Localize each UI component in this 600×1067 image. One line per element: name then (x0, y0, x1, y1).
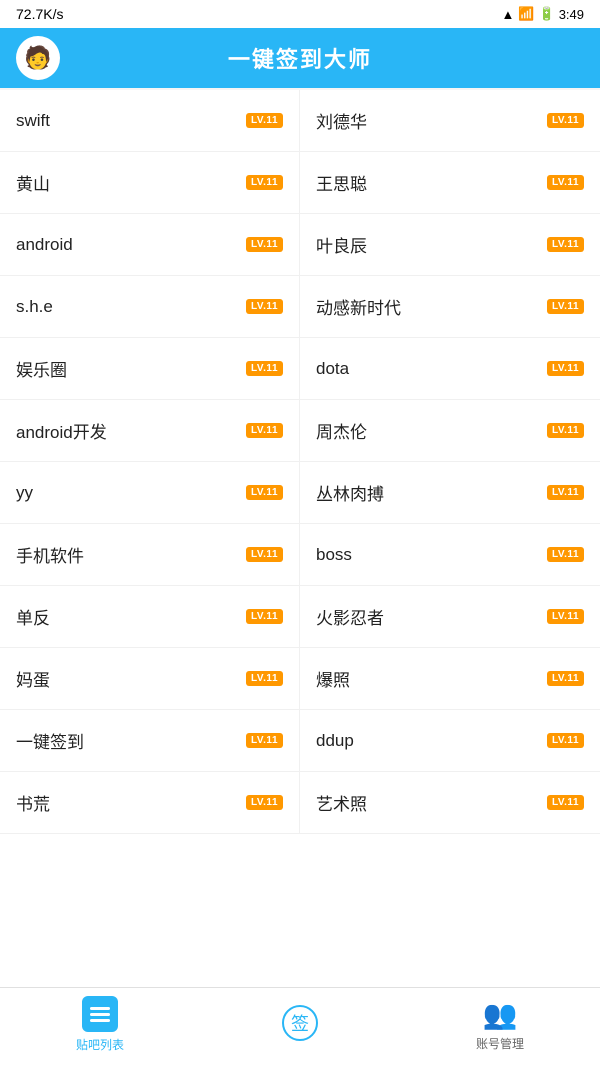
status-icons: ▲ 📶 🔋 3:49 (501, 6, 584, 22)
lv-badge: LV.11 (246, 795, 283, 810)
lv-badge: LV.11 (246, 175, 283, 190)
list-item[interactable]: 单反 LV.11 (0, 586, 300, 648)
list-item-name: 妈蛋 (16, 666, 50, 691)
lv-badge: LV.11 (246, 299, 283, 314)
lv-badge: LV.11 (547, 733, 584, 748)
list-item-name: 书荒 (16, 790, 50, 815)
list-item-name: dota (316, 359, 349, 379)
list-item-name: 王思聪 (316, 170, 367, 195)
lv-badge: LV.11 (246, 423, 283, 438)
list-item[interactable]: android LV.11 (0, 214, 300, 276)
list-item-name: 娱乐圈 (16, 356, 67, 381)
list-item[interactable]: 火影忍者 LV.11 (300, 586, 600, 648)
list-item[interactable]: 叶良辰 LV.11 (300, 214, 600, 276)
list-item[interactable]: 艺术照 LV.11 (300, 772, 600, 834)
lv-badge: LV.11 (547, 671, 584, 686)
list-item[interactable]: 妈蛋 LV.11 (0, 648, 300, 710)
list-item[interactable]: 爆照 LV.11 (300, 648, 600, 710)
list-item-name: yy (16, 483, 33, 503)
list-item[interactable]: ddup LV.11 (300, 710, 600, 772)
lv-badge: LV.11 (547, 299, 584, 314)
list-line-3 (90, 1019, 110, 1022)
list-item[interactable]: 一键签到 LV.11 (0, 710, 300, 772)
list-item-name: 爆照 (316, 666, 350, 691)
list-line-1 (90, 1007, 110, 1010)
avatar: 🧑 (16, 36, 60, 80)
lv-badge: LV.11 (246, 733, 283, 748)
lv-badge: LV.11 (246, 485, 283, 500)
list-grid: swift LV.11 刘德华 LV.11 黄山 LV.11 王思聪 LV.11… (0, 90, 600, 834)
list-item-name: android (16, 235, 73, 255)
app-header: 🧑 一键签到大师 (0, 28, 600, 88)
list-item-name: s.h.e (16, 297, 53, 317)
list-item-name: 火影忍者 (316, 604, 384, 629)
list-item-name: 丛林肉搏 (316, 480, 384, 505)
lv-badge: LV.11 (547, 423, 584, 438)
sign-label: 签 (291, 1010, 309, 1036)
lv-badge: LV.11 (547, 237, 584, 252)
list-item[interactable]: dota LV.11 (300, 338, 600, 400)
list-item[interactable]: yy LV.11 (0, 462, 300, 524)
list-item-name: 手机软件 (16, 542, 84, 567)
signal-icon: 📶 (518, 6, 534, 22)
nav-label-account: 账号管理 (476, 1035, 524, 1052)
list-item-name: 周杰伦 (316, 418, 367, 443)
list-item-name: 黄山 (16, 170, 50, 195)
list-item-name: 叶良辰 (316, 232, 367, 257)
list-item[interactable]: 王思聪 LV.11 (300, 152, 600, 214)
nav-item-list[interactable]: 贴吧列表 (0, 996, 200, 1053)
list-icon (82, 996, 118, 1032)
list-icon-inner (90, 1007, 110, 1022)
list-item-name: swift (16, 111, 50, 131)
page-title: 一键签到大师 (16, 42, 584, 74)
list-item[interactable]: 黄山 LV.11 (0, 152, 300, 214)
list-item[interactable]: 动感新时代 LV.11 (300, 276, 600, 338)
lv-badge: LV.11 (246, 547, 283, 562)
lv-badge: LV.11 (547, 547, 584, 562)
nav-item-sign[interactable]: 签 (200, 1005, 400, 1045)
wifi-icon: ▲ (501, 7, 514, 22)
lv-badge: LV.11 (246, 671, 283, 686)
lv-badge: LV.11 (547, 795, 584, 810)
list-item-name: 艺术照 (316, 790, 367, 815)
list-item[interactable]: boss LV.11 (300, 524, 600, 586)
avatar-emoji: 🧑 (24, 45, 51, 71)
lv-badge: LV.11 (547, 609, 584, 624)
lv-badge: LV.11 (246, 113, 283, 128)
lv-badge: LV.11 (246, 237, 283, 252)
account-icon: 👥 (483, 998, 518, 1031)
lv-badge: LV.11 (246, 361, 283, 376)
battery-icon: 🔋 (539, 6, 555, 22)
list-item-name: ddup (316, 731, 354, 751)
list-item[interactable]: 周杰伦 LV.11 (300, 400, 600, 462)
status-time: 3:49 (559, 7, 584, 22)
list-item[interactable]: 丛林肉搏 LV.11 (300, 462, 600, 524)
bottom-nav: 贴吧列表 签 👥 账号管理 (0, 987, 600, 1067)
list-item-name: android开发 (16, 418, 107, 443)
lv-badge: LV.11 (246, 609, 283, 624)
status-bar: 72.7K/s ▲ 📶 🔋 3:49 (0, 0, 600, 28)
list-container: swift LV.11 刘德华 LV.11 黄山 LV.11 王思聪 LV.11… (0, 90, 600, 987)
list-item-name: 动感新时代 (316, 294, 401, 319)
lv-badge: LV.11 (547, 485, 584, 500)
nav-item-account[interactable]: 👥 账号管理 (400, 998, 600, 1052)
status-speed: 72.7K/s (16, 6, 63, 22)
lv-badge: LV.11 (547, 361, 584, 376)
list-item-name: 一键签到 (16, 728, 84, 753)
list-item[interactable]: swift LV.11 (0, 90, 300, 152)
list-item-name: boss (316, 545, 352, 565)
list-item[interactable]: 手机软件 LV.11 (0, 524, 300, 586)
list-line-2 (90, 1013, 110, 1016)
sign-icon: 签 (282, 1005, 318, 1041)
list-item[interactable]: android开发 LV.11 (0, 400, 300, 462)
list-item[interactable]: 书荒 LV.11 (0, 772, 300, 834)
list-item[interactable]: s.h.e LV.11 (0, 276, 300, 338)
lv-badge: LV.11 (547, 113, 584, 128)
list-item[interactable]: 娱乐圈 LV.11 (0, 338, 300, 400)
lv-badge: LV.11 (547, 175, 584, 190)
list-item[interactable]: 刘德华 LV.11 (300, 90, 600, 152)
list-item-name: 刘德华 (316, 108, 367, 133)
list-item-name: 单反 (16, 604, 50, 629)
nav-label-list: 贴吧列表 (76, 1036, 124, 1053)
